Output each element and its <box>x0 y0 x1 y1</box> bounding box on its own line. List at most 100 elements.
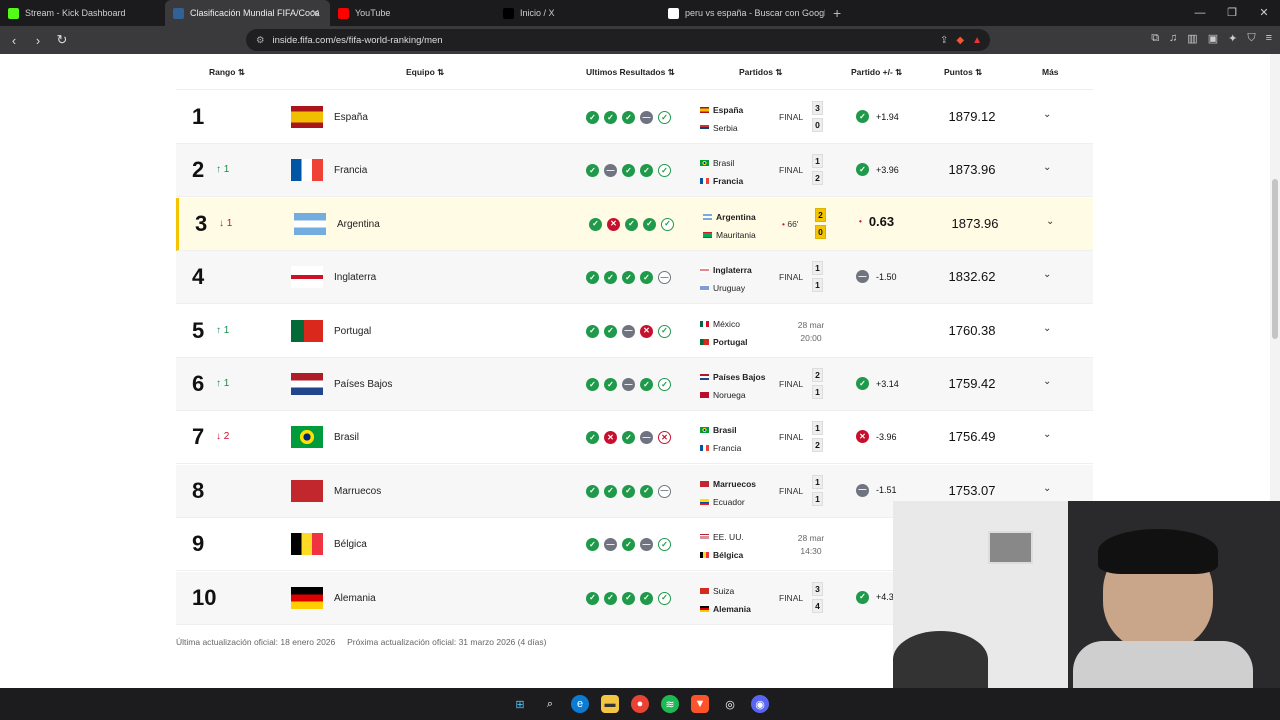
result-w-icon[interactable]: ✓ <box>589 217 602 231</box>
last-match[interactable]: Suiza Alemania <box>700 582 830 618</box>
ranking-row[interactable]: 1 España ✓ ✓ ✓ — ✓ España Serbia FINAL 3 0 ✓… <box>176 91 1093 144</box>
result-w-icon[interactable]: ✓ <box>586 484 599 498</box>
result-w-icon[interactable]: ✓ <box>640 591 653 605</box>
chevron-down-icon[interactable]: ⌄ <box>1046 216 1054 227</box>
result-w-icon[interactable]: ✓ <box>640 271 653 285</box>
header-points[interactable]: Puntos ⇅ <box>944 67 982 78</box>
result-w-icon[interactable]: ✓ <box>622 164 635 178</box>
result-w-icon[interactable]: ✓ <box>604 324 617 338</box>
chevron-down-icon[interactable]: ⌄ <box>1043 483 1051 494</box>
spotify-icon[interactable]: ≋ <box>661 695 679 713</box>
result-l-icon[interactable]: ✕ <box>607 217 620 231</box>
result-d-icon[interactable]: — <box>604 538 617 552</box>
header-delta[interactable]: Partido +/- ⇅ <box>851 67 902 78</box>
result-w-icon[interactable]: ✓ <box>586 378 599 391</box>
result-l-icon[interactable]: ✕ <box>640 324 653 338</box>
header-form[interactable]: Ultimos Resultados ⇅ <box>586 67 675 78</box>
new-tab-button[interactable]: + <box>833 5 841 21</box>
browser-tab-5[interactable]: peru vs españa - Buscar con Google <box>660 0 825 26</box>
team-name[interactable]: Marruecos <box>334 486 381 497</box>
ranking-row[interactable]: 4 Inglaterra ✓ ✓ ✓ ✓ — Inglaterra Uruguay FI… <box>176 251 1093 305</box>
windows-start-icon[interactable]: ⊞ <box>511 695 529 713</box>
edge-icon[interactable]: e <box>571 695 589 713</box>
header-matches[interactable]: Partidos ⇅ <box>739 67 783 78</box>
chevron-down-icon[interactable]: ⌄ <box>1043 429 1051 440</box>
chrome-icon[interactable]: ● <box>631 695 649 713</box>
brave-icon[interactable]: ▼ <box>691 695 709 713</box>
scrollbar-thumb[interactable] <box>1272 179 1278 339</box>
result-w-icon[interactable]: ✓ <box>640 378 653 391</box>
last-match[interactable]: Brasil Francia <box>700 421 830 457</box>
result-l-icon[interactable]: ✕ <box>658 431 671 445</box>
result-w-icon[interactable]: ✓ <box>604 591 617 605</box>
result-w-icon[interactable]: ✓ <box>586 431 599 445</box>
result-w-icon[interactable]: ✓ <box>625 217 638 231</box>
chevron-down-icon[interactable]: ⌄ <box>1043 323 1051 334</box>
site-info-icon[interactable]: ⚙ <box>256 35 265 46</box>
result-w-icon[interactable]: ✓ <box>640 164 653 178</box>
last-match[interactable]: Inglaterra Uruguay <box>700 261 830 297</box>
close-tab-icon[interactable]: ✕ <box>311 7 320 20</box>
header-team[interactable]: Equipo ⇅ <box>406 67 444 78</box>
browser-tab-2[interactable]: Clasificación Mundial FIFA/Coca ✕ <box>165 0 330 26</box>
result-w-icon[interactable]: ✓ <box>658 378 671 391</box>
result-w-icon[interactable]: ✓ <box>622 538 635 552</box>
maximize-button[interactable]: ❐ <box>1216 0 1248 26</box>
result-w-icon[interactable]: ✓ <box>604 271 617 285</box>
team-name[interactable]: Argentina <box>337 219 380 230</box>
result-d-icon[interactable]: — <box>640 431 653 445</box>
result-w-icon[interactable]: ✓ <box>586 324 599 338</box>
ranking-row[interactable]: 2 ↑ 1 Francia ✓ — ✓ ✓ ✓ Brasil Francia FINAL… <box>176 144 1093 198</box>
chevron-down-icon[interactable]: ⌄ <box>1043 162 1051 173</box>
result-w-icon[interactable]: ✓ <box>658 538 671 552</box>
menu-icon[interactable]: ≡ <box>1266 32 1272 45</box>
result-w-icon[interactable]: ✓ <box>586 538 599 552</box>
brave-shield-icon[interactable]: ◆ <box>956 35 964 46</box>
result-d-icon[interactable]: — <box>622 324 635 338</box>
ranking-row[interactable]: 3 ↓ 1 Argentina ✓ ✕ ✓ ✓ ✓ Argentina Mauritan… <box>176 197 1093 251</box>
team-name[interactable]: España <box>334 112 368 123</box>
team-name[interactable]: Alemania <box>334 593 376 604</box>
discord-icon[interactable]: ◉ <box>751 695 769 713</box>
chevron-down-icon[interactable]: ⌄ <box>1043 269 1051 280</box>
result-w-icon[interactable]: ✓ <box>622 591 635 605</box>
team-name[interactable]: Países Bajos <box>334 379 392 390</box>
header-rank[interactable]: Rango ⇅ <box>209 67 245 78</box>
chevron-down-icon[interactable]: ⌄ <box>1043 109 1051 120</box>
result-l-icon[interactable]: ✕ <box>604 431 617 445</box>
result-w-icon[interactable]: ✓ <box>604 378 617 391</box>
result-w-icon[interactable]: ✓ <box>604 484 617 498</box>
team-name[interactable]: Francia <box>334 165 367 176</box>
result-w-icon[interactable]: ✓ <box>622 111 635 124</box>
result-w-icon[interactable]: ✓ <box>658 324 671 338</box>
extensions-icon[interactable]: ⧉ <box>1151 32 1159 45</box>
result-d-icon[interactable]: — <box>640 111 653 124</box>
leo-icon[interactable]: ✦ <box>1228 32 1237 45</box>
result-w-icon[interactable]: ✓ <box>586 591 599 605</box>
vpn-icon[interactable]: ⛉ <box>1247 32 1255 45</box>
ranking-row[interactable]: 6 ↑ 1 Países Bajos ✓ ✓ — ✓ ✓ Países Bajos No… <box>176 358 1093 411</box>
forward-icon[interactable]: › <box>28 33 48 48</box>
last-match[interactable]: Argentina Mauritania <box>703 208 833 244</box>
last-match[interactable]: Brasil Francia <box>700 154 830 190</box>
result-d-icon[interactable]: — <box>658 484 671 498</box>
result-w-icon[interactable]: ✓ <box>604 111 617 124</box>
minimize-button[interactable]: — <box>1184 0 1216 26</box>
result-d-icon[interactable]: — <box>658 271 671 285</box>
result-w-icon[interactable]: ✓ <box>586 271 599 285</box>
browser-tab-3[interactable]: YouTube <box>330 0 495 26</box>
team-name[interactable]: Brasil <box>334 432 359 443</box>
chevron-down-icon[interactable]: ⌄ <box>1043 376 1051 387</box>
browser-tab-1[interactable]: Stream - Kick Dashboard <box>0 0 165 26</box>
share-icon[interactable]: ⇪ <box>940 35 948 46</box>
result-w-icon[interactable]: ✓ <box>586 164 599 178</box>
last-match[interactable]: Países Bajos Noruega <box>700 368 830 404</box>
result-d-icon[interactable]: — <box>604 164 617 178</box>
result-w-icon[interactable]: ✓ <box>658 591 671 605</box>
reload-icon[interactable]: ↻ <box>52 32 72 48</box>
result-w-icon[interactable]: ✓ <box>640 484 653 498</box>
result-w-icon[interactable]: ✓ <box>622 431 635 445</box>
url-field[interactable]: ⚙ inside.fifa.com/es/fifa-world-ranking/… <box>246 29 990 51</box>
back-icon[interactable]: ‹ <box>4 33 24 48</box>
team-name[interactable]: Portugal <box>334 326 371 337</box>
